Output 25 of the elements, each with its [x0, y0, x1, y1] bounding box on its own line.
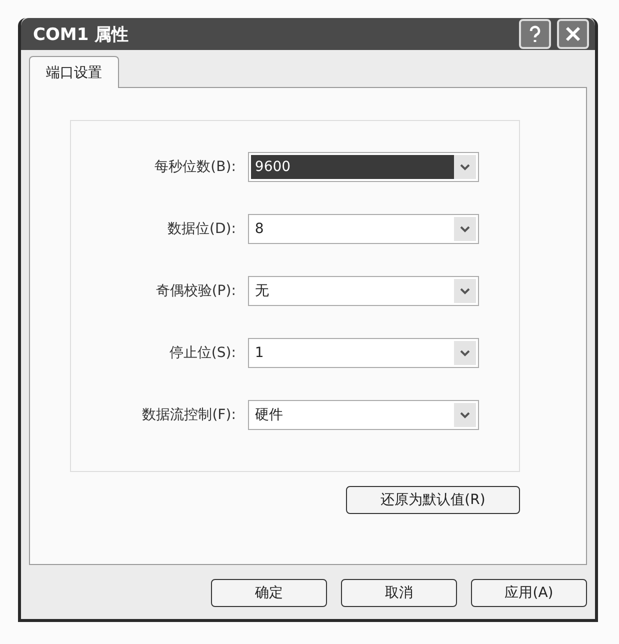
dropdown[interactable]: 1	[248, 338, 479, 368]
tab[interactable]: 端口设置	[29, 56, 119, 88]
help-button[interactable]	[519, 19, 551, 49]
caret-icon	[454, 279, 476, 303]
field-label: 奇偶校验(P):	[154, 282, 237, 300]
caret-icon	[454, 341, 476, 365]
window-title: COM1 属性	[33, 24, 130, 46]
dialog-button[interactable]: 应用(A)	[471, 579, 587, 607]
restore-defaults-button[interactable]: 还原为默认值(R)	[346, 486, 520, 514]
field-label: 数据位(D):	[166, 220, 237, 238]
dialog-button[interactable]: 确定	[211, 579, 327, 607]
dialog-button[interactable]: 取消	[341, 579, 457, 607]
caret-icon	[454, 403, 476, 427]
dropdown[interactable]: 无	[248, 276, 479, 306]
question-mark-icon	[527, 25, 543, 43]
dropdown[interactable]: 9600	[248, 152, 479, 182]
caret-icon	[454, 217, 476, 241]
field-label: 每秒位数(B):	[154, 158, 237, 176]
field-label: 数据流控制(F):	[141, 406, 237, 424]
field-label: 停止位(S):	[168, 344, 237, 362]
dropdown[interactable]: 8	[248, 214, 479, 244]
close-icon	[565, 26, 581, 42]
dropdown[interactable]: 硬件	[248, 400, 479, 430]
close-button[interactable]	[557, 19, 589, 49]
caret-icon	[454, 155, 476, 179]
